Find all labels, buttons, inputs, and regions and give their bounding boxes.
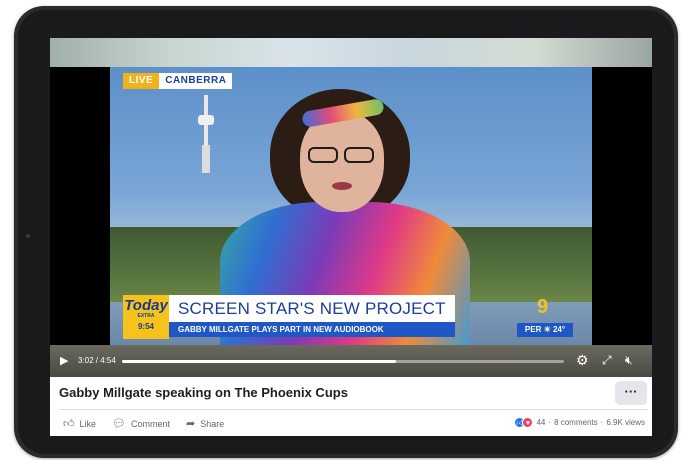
front-camera — [26, 234, 30, 238]
tablet-device: LIVE CANBERRA Today EXTRA 9:54 SCREEN ST… — [14, 6, 678, 458]
like-label: Like — [79, 418, 97, 429]
fullscreen-icon[interactable]: ⤢ — [602, 353, 612, 367]
post-stats: 👍︎ ♥ 44 · 8 comments · 6.9K views — [514, 417, 645, 428]
volume-mute-icon[interactable]: 🔇︎ — [625, 353, 633, 367]
news-subheadline: GABBY MILLGATE PLAYS PART IN NEW AUDIOBO… — [169, 322, 455, 337]
channel-nine-logo: 9 — [536, 296, 548, 318]
share-button[interactable]: ➦ Share — [186, 417, 224, 430]
tablet-bezel: LIVE CANBERRA Today EXTRA 9:54 SCREEN ST… — [18, 10, 674, 454]
today-show-logo: Today EXTRA 9:54 — [123, 295, 169, 339]
share-icon: ➦ — [186, 418, 196, 430]
play-icon[interactable]: ▶ — [60, 354, 72, 368]
comment-label: Comment — [130, 418, 170, 429]
video-top-strip — [50, 38, 652, 67]
telstra-tower-pod — [198, 115, 214, 125]
stats-separator: · — [548, 418, 552, 427]
telstra-tower-base — [202, 145, 210, 173]
post-actions: 👍︎ Like 💬︎ Comment ➦ Share — [63, 417, 240, 430]
lower-third: Today EXTRA 9:54 SCREEN STAR'S NEW PROJE… — [123, 295, 589, 339]
comment-icon: 💬︎ — [112, 418, 126, 430]
share-label: Share — [200, 418, 225, 429]
post-divider — [59, 409, 647, 410]
video-progress-bar[interactable] — [122, 360, 564, 363]
show-time: 9:54 — [137, 322, 154, 331]
presenter-mouth — [332, 182, 352, 190]
news-headline: SCREEN STAR'S NEW PROJECT — [169, 295, 455, 322]
video-frame[interactable]: LIVE CANBERRA Today EXTRA 9:54 SCREEN ST… — [110, 67, 592, 345]
live-badge: LIVE CANBERRA — [123, 73, 233, 89]
video-player[interactable]: LIVE CANBERRA Today EXTRA 9:54 SCREEN ST… — [50, 67, 652, 377]
more-icon[interactable]: ··· — [615, 381, 647, 405]
love-reaction-icon[interactable]: ♥ — [522, 417, 534, 428]
live-label: LIVE — [123, 73, 160, 89]
weather-badge: PER ☀ 24° — [517, 323, 573, 337]
video-controls: ▶ 3:02 / 4:54 ⚙ ⤢ 🔇︎ — [50, 345, 652, 377]
video-progress-fill — [122, 360, 397, 363]
comments-count[interactable]: 8 comments — [554, 418, 598, 427]
gear-icon[interactable]: ⚙ — [576, 353, 589, 367]
like-button[interactable]: 👍︎ Like — [63, 417, 96, 430]
channel-nine-bug: 9 PER ☀ 24° — [501, 295, 589, 339]
comment-button[interactable]: 💬︎ Comment — [112, 417, 170, 430]
views-count: 6.9K views — [606, 418, 645, 427]
video-time: 3:02 / 4:54 — [78, 356, 116, 365]
stats-separator-2: · — [600, 418, 604, 427]
reaction-count[interactable]: 44 — [536, 418, 545, 427]
presenter-glasses — [308, 147, 376, 163]
post-card: Gabby Millgate speaking on The Phoenix C… — [50, 377, 652, 436]
tablet-screen: LIVE CANBERRA Today EXTRA 9:54 SCREEN ST… — [50, 38, 652, 436]
post-title: Gabby Millgate speaking on The Phoenix C… — [59, 385, 348, 400]
today-logo-text: Today — [124, 297, 168, 314]
thumbs-up-icon: 👍︎ — [63, 418, 75, 430]
location-label: CANBERRA — [159, 73, 233, 89]
